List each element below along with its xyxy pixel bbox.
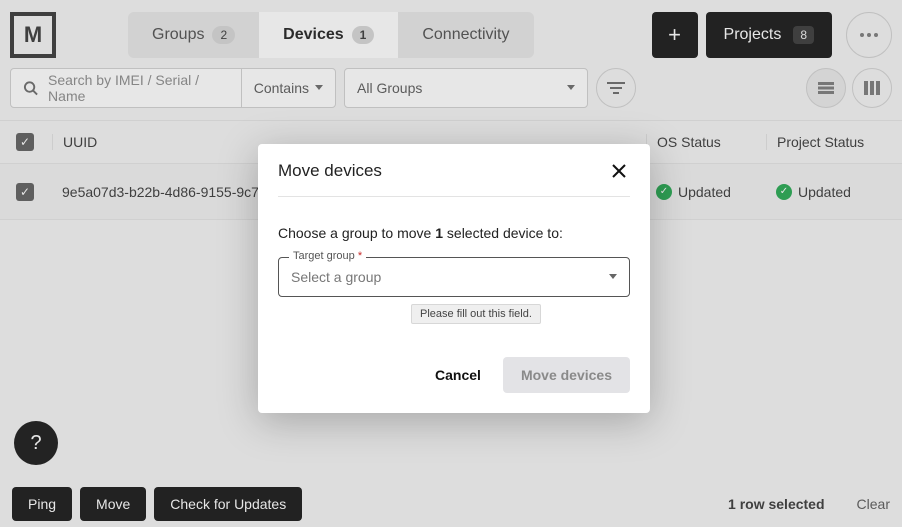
caret-down-icon (609, 274, 617, 280)
target-group-label: Target group * (289, 250, 366, 262)
close-icon (612, 164, 626, 178)
dialog-message: Choose a group to move 1 selected device… (278, 225, 630, 241)
dialog-message-count: 1 (435, 225, 443, 241)
dialog-confirm-button[interactable]: Move devices (503, 357, 630, 393)
dialog-title: Move devices (278, 161, 382, 181)
move-devices-dialog: Move devices Choose a group to move 1 se… (258, 144, 650, 413)
target-group-placeholder: Select a group (291, 269, 381, 285)
dialog-message-post: selected device to: (443, 225, 563, 241)
target-group-select[interactable]: Target group * Select a group Please fil… (278, 257, 630, 297)
validation-tooltip: Please fill out this field. (411, 304, 541, 324)
dialog-cancel-button[interactable]: Cancel (427, 357, 489, 393)
dialog-message-pre: Choose a group to move (278, 225, 435, 241)
required-indicator: * (358, 250, 362, 262)
target-group-label-text: Target group (293, 250, 355, 262)
dialog-close-button[interactable] (608, 160, 630, 182)
